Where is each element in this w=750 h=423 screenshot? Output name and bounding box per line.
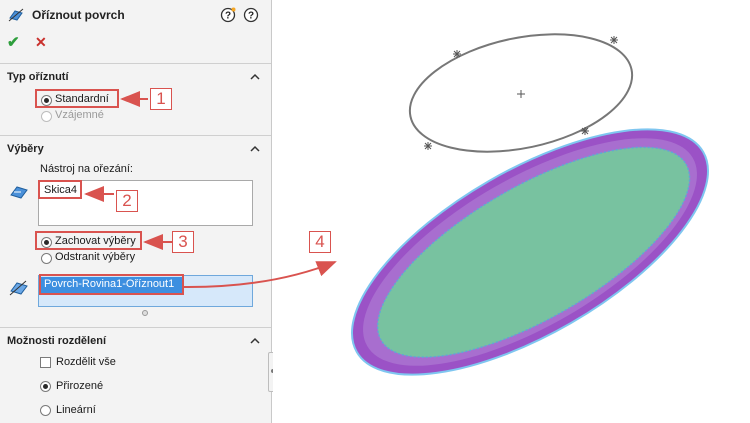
callout-overlay (39, 91, 337, 295)
callout-number-1: 1 (150, 88, 172, 110)
callout-number-2: 2 (116, 190, 138, 212)
callout-number-4: 4 (309, 231, 331, 253)
callout-number-3: 3 (172, 231, 194, 253)
